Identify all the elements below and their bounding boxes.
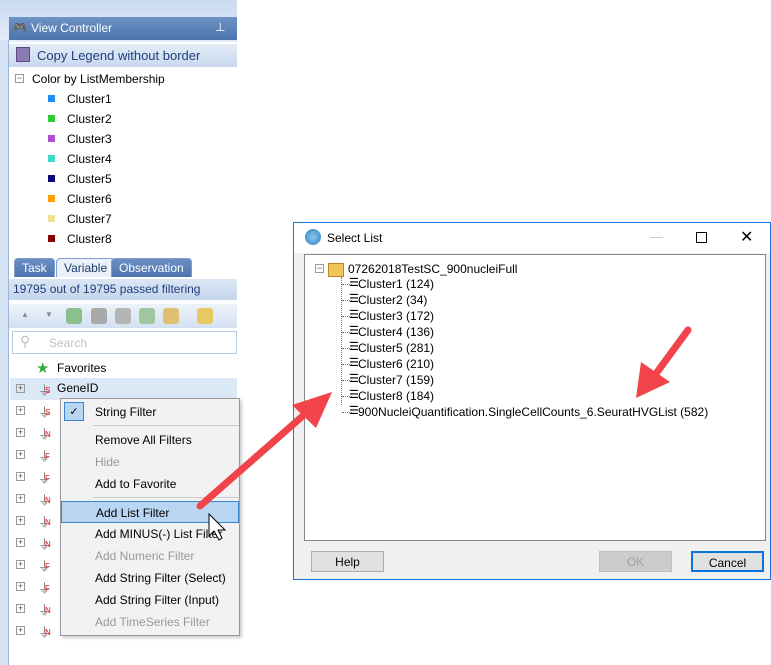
mouse-cursor-icon [208, 512, 227, 541]
annotation-arrows [196, 326, 692, 541]
arrow-to-hvg-list [636, 326, 692, 398]
arrow-to-dialog [196, 392, 332, 510]
